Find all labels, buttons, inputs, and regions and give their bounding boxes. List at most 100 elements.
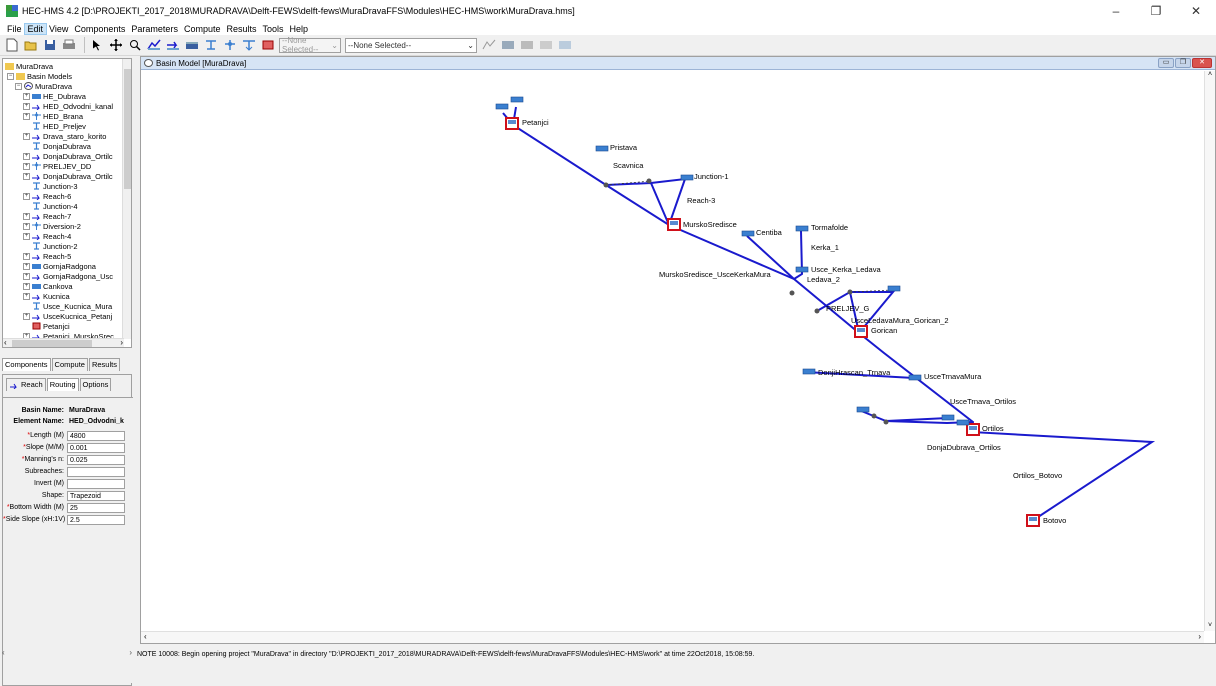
junction-icon[interactable] [941, 414, 955, 421]
diversion-icon[interactable] [847, 289, 853, 295]
sink-tool-icon[interactable] [260, 37, 276, 53]
expand-toggle-icon[interactable]: + [23, 262, 30, 270]
expand-toggle-icon[interactable]: + [23, 272, 30, 280]
reservoir-centiba-icon[interactable] [741, 230, 755, 237]
expand-toggle-icon[interactable]: + [23, 232, 30, 240]
reservoir-pristava-icon[interactable] [595, 145, 609, 152]
minimize-button[interactable]: – [1096, 0, 1136, 22]
element-selector[interactable]: --None Selected-- ⌄ [345, 37, 477, 53]
menu-components[interactable]: Components [71, 24, 128, 34]
menu-view[interactable]: View [46, 24, 71, 34]
expand-toggle-icon[interactable]: + [23, 92, 30, 100]
diversion-icon[interactable] [789, 290, 795, 296]
field-input[interactable]: 2.5 [67, 514, 125, 525]
scroll-right-arrow-icon[interactable]: › [120, 338, 123, 347]
field-input[interactable]: Trapezoid [67, 490, 125, 501]
left-bottom-scrollbar[interactable]: ‹ › [2, 648, 132, 660]
zoom-tool-icon[interactable] [127, 37, 143, 53]
sink-botovo[interactable]: Botovo [1026, 514, 1066, 527]
diversion-tool-icon[interactable] [222, 37, 238, 53]
expand-toggle-icon[interactable]: + [23, 162, 30, 170]
tab-routing[interactable]: Routing [46, 378, 79, 391]
tree-root[interactable]: MuraDrava [5, 61, 53, 71]
canvas-maximize-button[interactable]: ❐ [1175, 58, 1191, 68]
global-summary-icon[interactable] [500, 37, 516, 53]
scroll-up-arrow-icon[interactable]: ˄ [1205, 71, 1215, 78]
tree-item[interactable]: + GornjaRadgona_Usc [23, 271, 113, 281]
tree-item[interactable]: + PRELJEV_DD [23, 161, 91, 171]
tree-item[interactable]: Usce_Kucnica_Mura [23, 301, 112, 311]
tab-components[interactable]: Components [2, 358, 51, 371]
expand-toggle-icon[interactable]: + [23, 152, 30, 160]
field-input[interactable]: 4800 [67, 430, 125, 441]
close-button[interactable]: ✕ [1176, 0, 1216, 22]
tree-item[interactable]: + Reach-4 [23, 231, 71, 241]
tree-item[interactable]: + HED_Odvodni_kanal [23, 101, 113, 111]
tree-item[interactable]: + Diversion-2 [23, 221, 81, 231]
expand-toggle-icon[interactable]: + [23, 172, 30, 180]
tree-item[interactable]: Junction-4 [23, 201, 78, 211]
reservoir-dd-icon[interactable] [856, 406, 870, 413]
reservoir-donji-hrascan-icon[interactable] [802, 368, 816, 375]
field-input[interactable]: 25 [67, 502, 125, 513]
expand-toggle-icon[interactable]: + [23, 312, 30, 320]
tree-item[interactable]: + GornjaRadgona [23, 261, 96, 271]
tree-item[interactable]: Junction-2 [23, 241, 78, 251]
maximize-button[interactable]: ❐ [1136, 0, 1176, 22]
junction-icon[interactable] [956, 419, 970, 426]
expand-toggle-icon[interactable]: + [23, 192, 30, 200]
diversion-icon[interactable] [871, 413, 877, 419]
scroll-down-arrow-icon[interactable]: ˅ [1205, 622, 1215, 629]
run-selector[interactable]: --None Selected-- ⌄ [279, 36, 341, 54]
graph-icon[interactable] [519, 37, 535, 53]
tree-item[interactable]: + Reach-6 [23, 191, 71, 201]
expand-toggle-icon[interactable]: + [23, 282, 30, 290]
diversion-icon[interactable] [646, 178, 652, 184]
junction-usce-trnava-icon[interactable] [908, 374, 922, 381]
new-file-icon[interactable] [4, 37, 20, 53]
scroll-right-arrow-icon[interactable]: › [1198, 632, 1201, 641]
junction-icon[interactable] [887, 285, 901, 292]
menu-results[interactable]: Results [223, 24, 259, 34]
tree-item[interactable]: + Reach-5 [23, 251, 71, 261]
expand-toggle-icon[interactable]: + [23, 292, 30, 300]
save-icon[interactable] [42, 37, 58, 53]
tree-item[interactable]: + Cankova [23, 281, 73, 291]
canvas-horizontal-scrollbar[interactable]: ‹ › [141, 631, 1204, 643]
tree-item[interactable]: + Drava_staro_korito [23, 131, 106, 141]
tree-horizontal-scrollbar[interactable]: ‹ › [3, 338, 124, 347]
tab-options[interactable]: Options [79, 378, 112, 391]
menu-edit[interactable]: Edit [23, 22, 48, 35]
scroll-thumb[interactable] [12, 340, 92, 347]
tab-compute[interactable]: Compute [51, 358, 88, 371]
collapse-toggle-icon[interactable]: − [15, 82, 22, 90]
expand-toggle-icon[interactable]: + [23, 212, 30, 220]
open-folder-icon[interactable] [23, 37, 39, 53]
expand-toggle-icon[interactable]: + [23, 252, 30, 260]
expand-toggle-icon[interactable]: + [23, 102, 30, 110]
diversion-icon[interactable] [814, 308, 820, 314]
compute-icon[interactable] [481, 37, 497, 53]
scroll-left-arrow-icon[interactable]: ‹ [144, 632, 147, 641]
tree-vertical-scrollbar[interactable] [122, 59, 131, 339]
source-tool-icon[interactable] [241, 37, 257, 53]
junction1-icon[interactable] [680, 174, 694, 181]
field-input[interactable]: 0.001 [67, 442, 125, 453]
field-input[interactable]: 0.025 [67, 454, 125, 465]
scroll-left-arrow-icon[interactable]: ‹ [4, 338, 7, 347]
menu-tools[interactable]: Tools [260, 24, 287, 34]
sink-gorican[interactable]: Gorican [854, 325, 897, 338]
basin-schematic[interactable]: Petanjci MurskoSredisce Gorican Ortilos … [141, 71, 1203, 631]
field-input[interactable] [67, 478, 125, 489]
diversion-icon[interactable] [603, 182, 609, 188]
menu-help[interactable]: Help [287, 24, 312, 34]
junction-usce-kerka-icon[interactable] [795, 266, 809, 273]
scroll-right-arrow-icon[interactable]: › [129, 648, 132, 660]
reservoir-tool-icon[interactable] [184, 37, 200, 53]
menu-parameters[interactable]: Parameters [128, 24, 181, 34]
diversion-icon[interactable] [883, 419, 889, 425]
timeseries-icon[interactable] [557, 37, 573, 53]
menu-compute[interactable]: Compute [181, 24, 224, 34]
tree-item[interactable]: Petanjci [23, 321, 70, 331]
subbasin-tool-icon[interactable] [146, 37, 162, 53]
